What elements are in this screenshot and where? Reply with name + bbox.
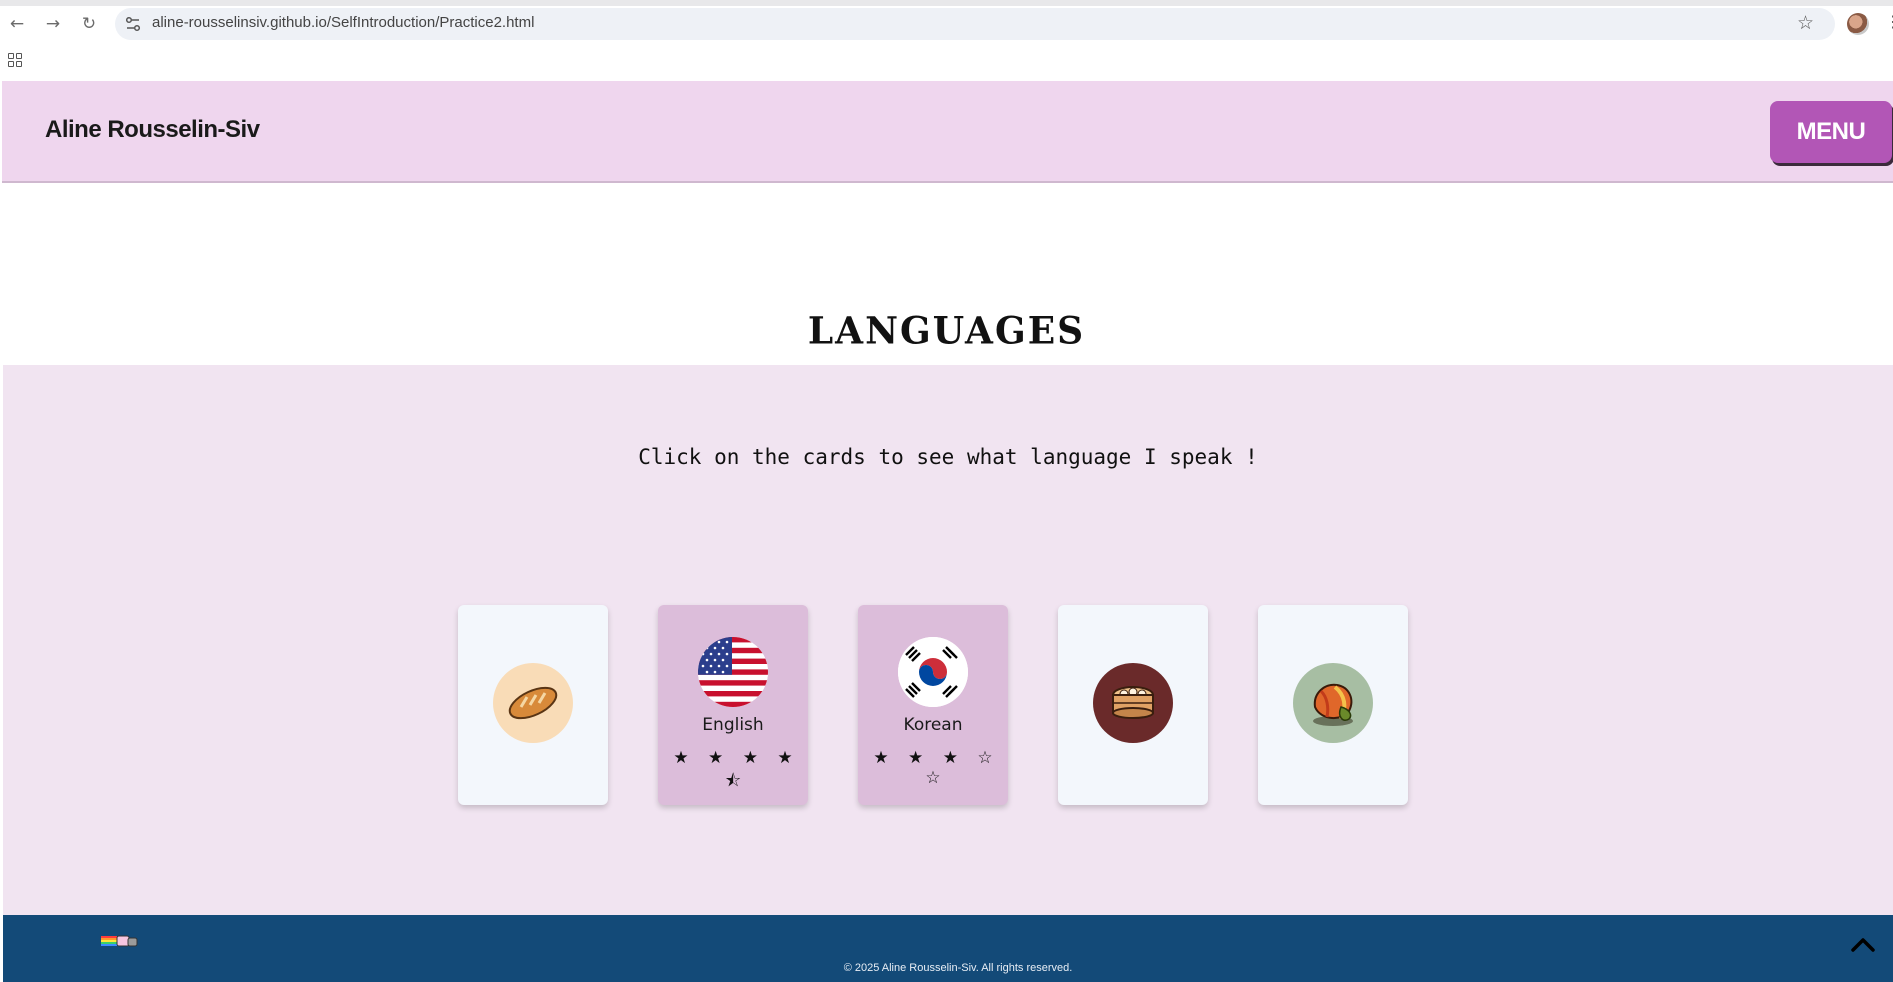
forward-icon[interactable]: →: [42, 13, 64, 35]
nyan-cat-icon: [101, 935, 138, 947]
kimchi-icon: [1293, 663, 1373, 743]
rating-stars: ★ ★ ★ ★ ⯪: [673, 748, 800, 791]
back-icon[interactable]: ←: [6, 13, 28, 35]
scroll-to-top-icon[interactable]: [1850, 932, 1876, 958]
url-text[interactable]: aline-rousselinsiv.github.io/SelfIntrodu…: [152, 14, 534, 31]
rating-stars: ★ ★ ★ ☆ ☆: [873, 748, 1000, 788]
menu-button[interactable]: MENU: [1770, 101, 1892, 163]
more-menu-icon[interactable]: ⋮: [1885, 12, 1893, 31]
dumpling-basket-icon: [1093, 663, 1173, 743]
bookmark-star-icon[interactable]: ☆: [1797, 12, 1814, 34]
site-settings-icon[interactable]: [124, 15, 142, 33]
language-name: English: [702, 715, 764, 735]
section-title: LANGUAGES: [807, 308, 1086, 354]
language-name: Korean: [903, 715, 963, 735]
tab-strip-edge: [0, 0, 1893, 6]
site-header: Aline Rousselin-Siv MENU: [2, 81, 1893, 183]
language-card[interactable]: [458, 605, 608, 805]
language-card-korean[interactable]: Korean ★ ★ ★ ☆ ☆: [858, 605, 1008, 805]
us-flag-icon: [698, 637, 768, 707]
language-card[interactable]: [1258, 605, 1408, 805]
site-footer: © 2025 Aline Rousselin-Siv. All rights r…: [3, 915, 1893, 982]
browser-chrome: ← → ↻ aline-rousselinsiv.github.io/SelfI…: [0, 0, 1893, 80]
languages-section: Click on the cards to see what language …: [3, 365, 1893, 915]
language-card[interactable]: [1058, 605, 1208, 805]
reload-icon[interactable]: ↻: [78, 13, 100, 35]
section-subtitle: Click on the cards to see what language …: [638, 445, 1258, 469]
bread-icon: [493, 663, 573, 743]
korea-flag-icon: [898, 637, 968, 707]
profile-avatar-icon[interactable]: [1847, 13, 1869, 35]
apps-grid-icon[interactable]: [8, 53, 22, 67]
language-card-english[interactable]: English ★ ★ ★ ★ ⯪: [658, 605, 808, 805]
copyright-text: © 2025 Aline Rousselin-Siv. All rights r…: [843, 962, 1073, 974]
site-brand[interactable]: Aline Rousselin-Siv: [45, 116, 260, 144]
